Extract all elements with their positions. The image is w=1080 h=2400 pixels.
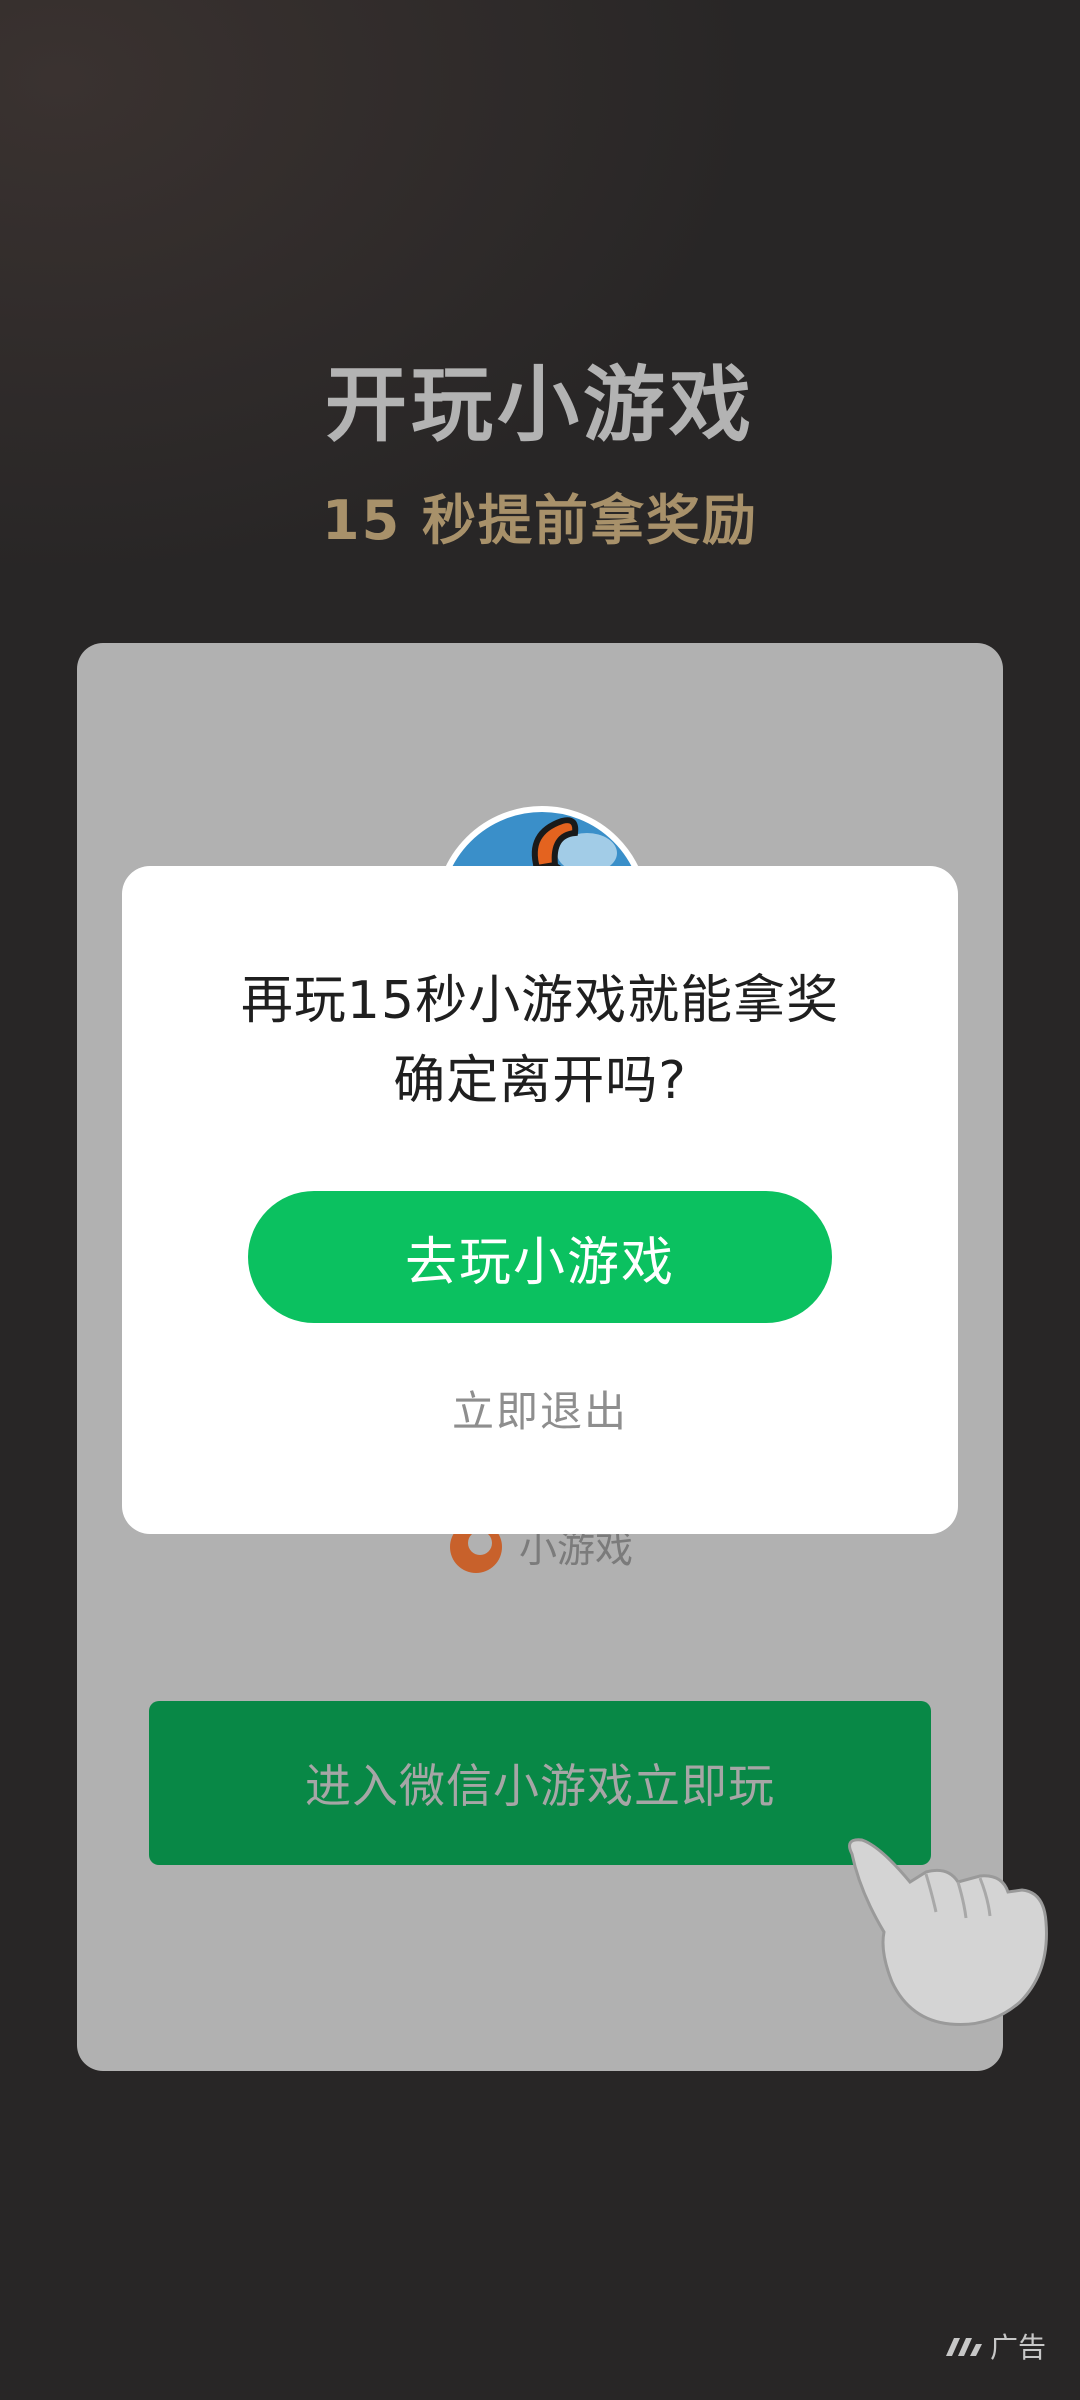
dialog-message-line2: 确定离开吗? (393, 1051, 687, 1111)
enter-wechat-mini-game-button[interactable]: 进入微信小游戏立即玩 (149, 1701, 931, 1865)
ad-label: 广告 (989, 2331, 1046, 2364)
dialog-message-line1: 再玩15秒小游戏就能拿奖 (240, 971, 840, 1031)
pointing-hand-icon (848, 1838, 1048, 2027)
ad-badge: 广告 (944, 2326, 1046, 2366)
go-play-mini-game-button[interactable]: 去玩小游戏 (248, 1191, 832, 1323)
exit-now-button[interactable]: 立即退出 (122, 1378, 958, 1439)
page-subtitle: 15 秒提前拿奖励 (322, 489, 758, 552)
ad-logo-icon (945, 2338, 982, 2356)
leave-confirm-dialog: 再玩15秒小游戏就能拿奖 确定离开吗? 去玩小游戏 立即退出 (122, 866, 958, 1534)
page-title: 开玩小游戏 (324, 358, 755, 453)
